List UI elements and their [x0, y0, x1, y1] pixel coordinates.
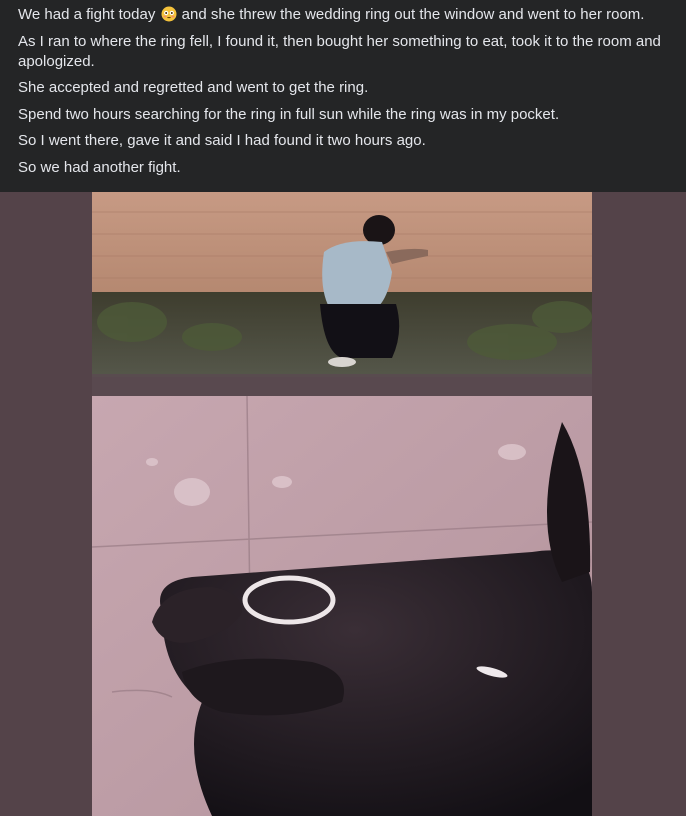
ring-photo-image[interactable]	[92, 192, 592, 816]
post-line-1: We had a fight today and she threw the w…	[18, 5, 670, 25]
post-body-text: We had a fight today and she threw the w…	[0, 0, 686, 192]
post-line-4: Spend two hours searching for the ring i…	[18, 105, 560, 123]
post-line-1-after: and she threw the wedding ring out the w…	[181, 6, 645, 23]
post-media[interactable]	[0, 192, 686, 816]
flushed-face-emoji-icon	[161, 6, 176, 22]
post-line-3: She accepted and regretted and went to g…	[18, 79, 369, 96]
post-line-6: So we had another fight.	[18, 158, 181, 176]
post-line-2: As I ran to where the ring fell, I found…	[18, 32, 661, 70]
post-line-5: So I went there, gave it and said I had …	[18, 132, 426, 149]
post-card: We had a fight today and she threw the w…	[0, 0, 686, 816]
post-line-1-before: We had a fight today	[18, 6, 156, 23]
